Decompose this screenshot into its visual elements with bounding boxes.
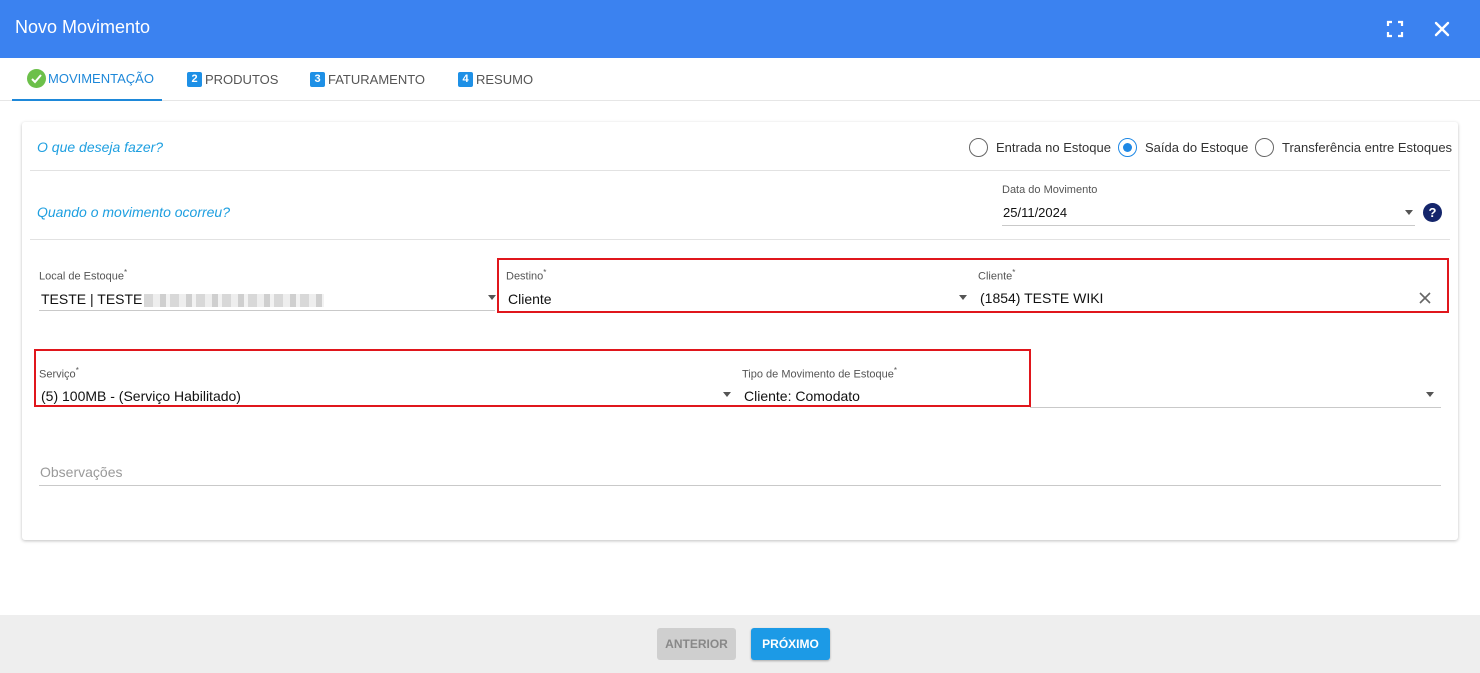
date-underline (1002, 225, 1415, 226)
local-underline (39, 310, 495, 311)
tab-label: MOVIMENTAÇÃO (48, 71, 154, 86)
observacoes-underline (39, 485, 1441, 486)
tipo-underline (1030, 407, 1441, 408)
radio-saida[interactable]: Saída do Estoque (1118, 138, 1248, 157)
radio-selected-icon (1118, 138, 1137, 157)
radio-label: Transferência entre Estoques (1282, 140, 1453, 155)
wizard-tabs: MOVIMENTAÇÃO 2 PRODUTOS 3 FATURAMENTO 4 … (0, 58, 1480, 101)
form-card (22, 122, 1458, 540)
step-number-icon: 2 (187, 72, 202, 87)
previous-button[interactable]: ANTERIOR (657, 628, 736, 660)
radio-entrada[interactable]: Entrada no Estoque (969, 138, 1111, 157)
local-value: TESTE | TESTE (41, 291, 143, 307)
question-when: Quando o movimento ocorreu? (37, 204, 230, 220)
dropdown-caret-icon[interactable] (1426, 392, 1434, 397)
local-label: Local de Estoque* (39, 268, 127, 283)
redacted-text (144, 293, 325, 307)
date-field[interactable]: 25/11/2024 (1003, 205, 1067, 220)
observacoes-field[interactable]: Observações (40, 464, 122, 480)
highlight-box (497, 258, 1449, 313)
step-number-icon: 4 (458, 72, 473, 87)
check-circle-icon (27, 69, 46, 88)
radio-transferencia[interactable]: Transferência entre Estoques (1255, 138, 1452, 157)
close-icon[interactable] (1431, 18, 1453, 40)
date-label: Data do Movimento (1002, 184, 1098, 196)
required-mark: * (124, 268, 128, 277)
local-label-text: Local de Estoque (39, 270, 125, 283)
step-number-icon: 3 (310, 72, 325, 87)
radio-circle-icon (969, 138, 988, 157)
divider (30, 170, 1450, 171)
tab-resumo[interactable]: 4 RESUMO (458, 58, 533, 101)
local-select[interactable]: TESTE | TESTE (41, 291, 325, 307)
tab-produtos[interactable]: 2 PRODUTOS (187, 58, 278, 101)
tab-movimentacao[interactable]: MOVIMENTAÇÃO (12, 58, 162, 101)
dropdown-caret-icon[interactable] (488, 295, 496, 300)
tab-faturamento[interactable]: 3 FATURAMENTO (310, 58, 425, 101)
next-button[interactable]: PRÓXIMO (751, 628, 830, 660)
radio-circle-icon (1255, 138, 1274, 157)
dialog-header: Novo Movimento (0, 0, 1480, 58)
tab-label: FATURAMENTO (328, 72, 426, 87)
divider (30, 239, 1450, 240)
tab-label: PRODUTOS (205, 72, 279, 87)
dialog-footer (0, 615, 1480, 673)
dropdown-caret-icon[interactable] (1405, 210, 1413, 215)
highlight-box (34, 349, 1031, 407)
help-icon[interactable]: ? (1423, 203, 1442, 222)
radio-label: Saída do Estoque (1145, 140, 1249, 155)
question-what: O que deseja fazer? (37, 139, 164, 155)
tab-label: RESUMO (476, 72, 534, 87)
radio-label: Entrada no Estoque (996, 140, 1111, 155)
dialog-title: Novo Movimento (15, 17, 151, 37)
fullscreen-icon[interactable] (1386, 20, 1404, 38)
